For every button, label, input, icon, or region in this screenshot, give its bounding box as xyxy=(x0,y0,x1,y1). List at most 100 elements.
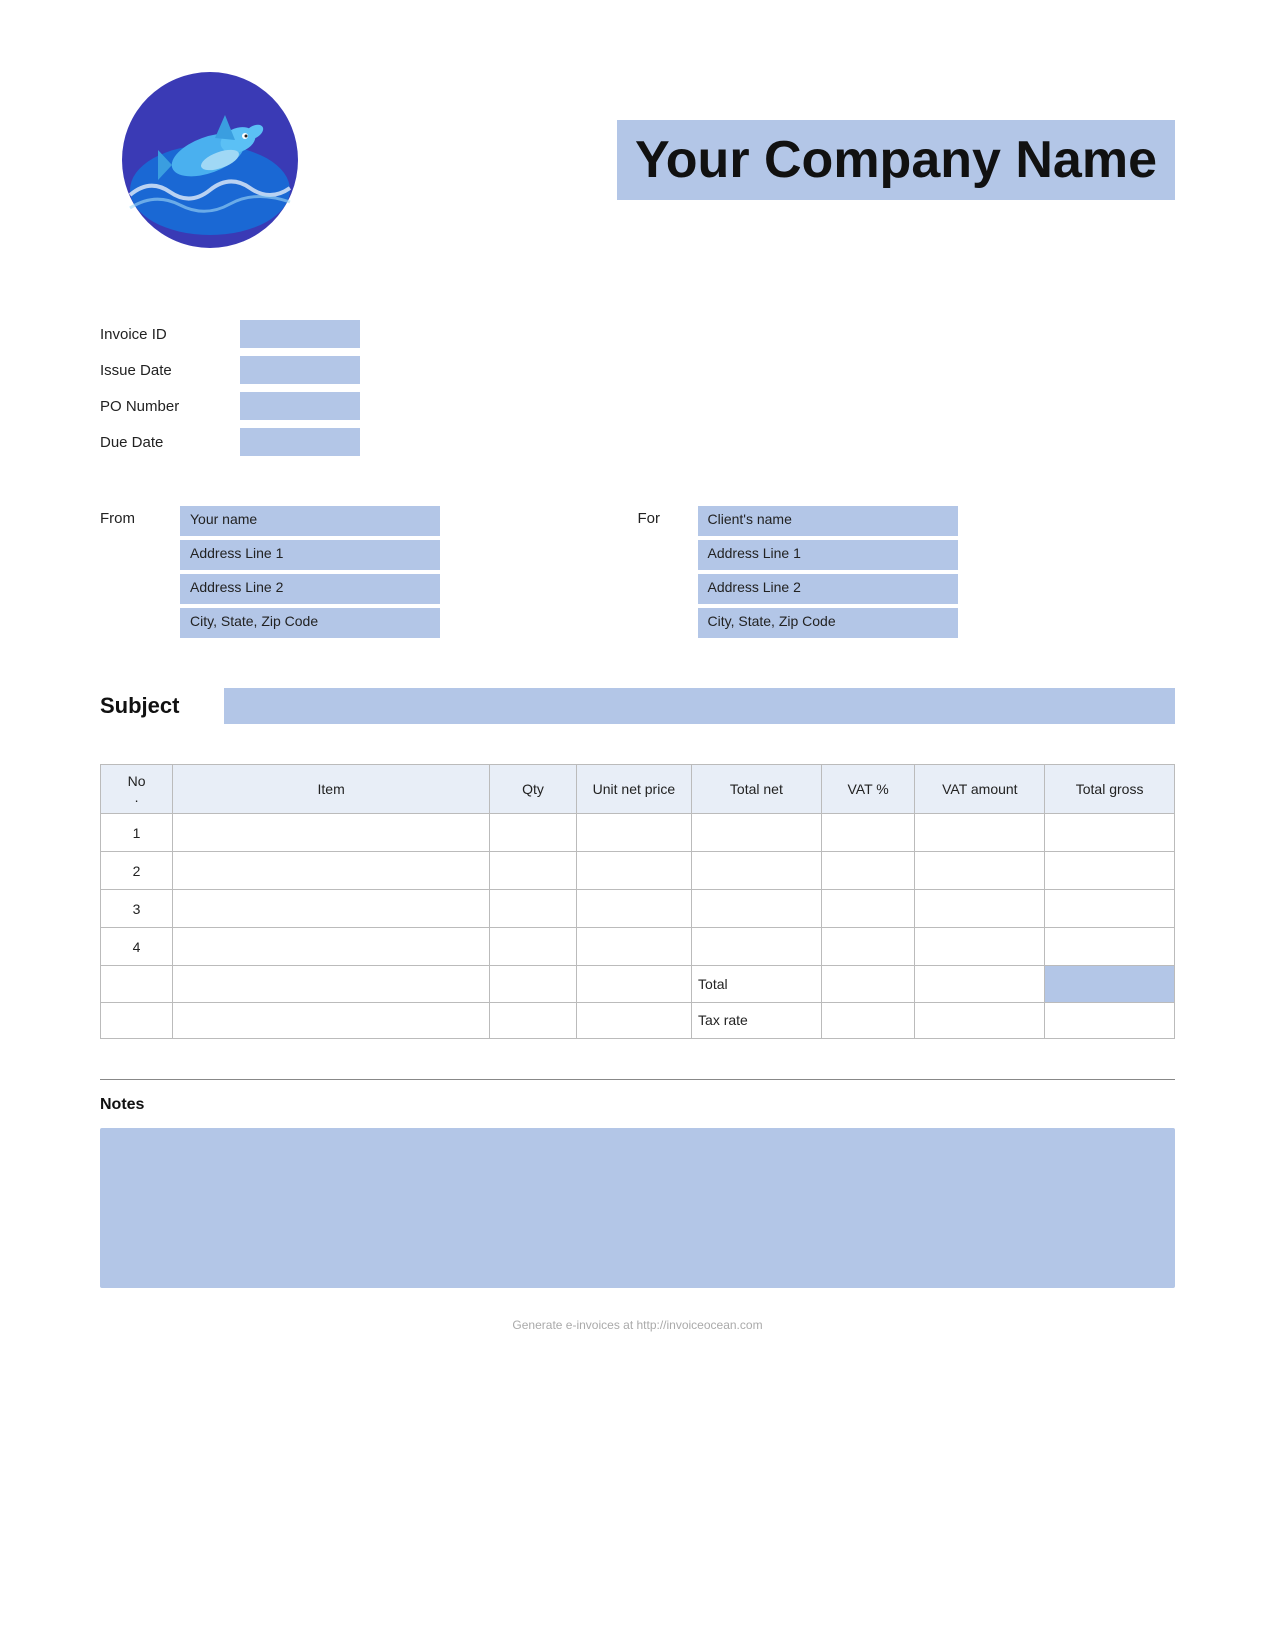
row4-vat[interactable] xyxy=(821,928,915,966)
invoice-meta: Invoice ID Issue Date PO Number Due Date xyxy=(100,320,1175,456)
row3-vatamt[interactable] xyxy=(915,890,1045,928)
from-address-fields: Your name Address Line 1 Address Line 2 … xyxy=(180,506,638,638)
taxrate-spacer1 xyxy=(101,1002,173,1038)
row3-item[interactable] xyxy=(173,890,490,928)
from-city-field[interactable]: City, State, Zip Code xyxy=(180,608,440,638)
meta-row-invoice-id: Invoice ID xyxy=(100,320,1175,348)
row3-totalgross[interactable] xyxy=(1045,890,1175,928)
client-name-field[interactable]: Client's name xyxy=(698,506,958,536)
table-row: 4 xyxy=(101,928,1175,966)
invoice-id-label: Invoice ID xyxy=(100,326,240,343)
due-date-label: Due Date xyxy=(100,434,240,451)
total-vat[interactable] xyxy=(821,966,915,1002)
taxrate-gross[interactable] xyxy=(1045,1002,1175,1038)
total-label: Total xyxy=(692,966,822,1002)
meta-row-issue-date: Issue Date xyxy=(100,356,1175,384)
from-for-section: From Your name Address Line 1 Address Li… xyxy=(100,506,1175,638)
row4-no: 4 xyxy=(101,928,173,966)
row3-no: 3 xyxy=(101,890,173,928)
col-header-no: No. xyxy=(101,765,173,814)
row2-no: 2 xyxy=(101,852,173,890)
row1-totalgross[interactable] xyxy=(1045,814,1175,852)
from-address2-field[interactable]: Address Line 2 xyxy=(180,574,440,604)
from-address1-field[interactable]: Address Line 1 xyxy=(180,540,440,570)
row2-unitnet[interactable] xyxy=(576,852,691,890)
total-vatamt[interactable] xyxy=(915,966,1045,1002)
col-header-item: Item xyxy=(173,765,490,814)
row2-item[interactable] xyxy=(173,852,490,890)
row4-totalgross[interactable] xyxy=(1045,928,1175,966)
subject-field[interactable] xyxy=(224,688,1175,724)
col-header-qty: Qty xyxy=(490,765,576,814)
col-header-unitnet: Unit net price xyxy=(576,765,691,814)
total-gross-highlight[interactable] xyxy=(1045,966,1175,1002)
row2-vatamt[interactable] xyxy=(915,852,1045,890)
invoice-id-field[interactable] xyxy=(240,320,360,348)
row2-vat[interactable] xyxy=(821,852,915,890)
row3-totalnet[interactable] xyxy=(692,890,822,928)
col-header-totalgross: Total gross xyxy=(1045,765,1175,814)
row4-qty[interactable] xyxy=(490,928,576,966)
row3-unitnet[interactable] xyxy=(576,890,691,928)
for-block: For Client's name Address Line 1 Address… xyxy=(638,506,1176,638)
table-row: 1 xyxy=(101,814,1175,852)
issue-date-label: Issue Date xyxy=(100,362,240,379)
row1-vat[interactable] xyxy=(821,814,915,852)
total-spacer2 xyxy=(173,966,490,1002)
row1-item[interactable] xyxy=(173,814,490,852)
taxrate-row: Tax rate xyxy=(101,1002,1175,1038)
company-name-area: Your Company Name xyxy=(320,120,1175,200)
row2-totalgross[interactable] xyxy=(1045,852,1175,890)
po-number-field[interactable] xyxy=(240,392,360,420)
row4-item[interactable] xyxy=(173,928,490,966)
for-label: For xyxy=(638,506,698,527)
client-address1-field[interactable]: Address Line 1 xyxy=(698,540,958,570)
company-name[interactable]: Your Company Name xyxy=(617,120,1175,200)
po-number-label: PO Number xyxy=(100,398,240,415)
row4-unitnet[interactable] xyxy=(576,928,691,966)
notes-label: Notes xyxy=(100,1096,1175,1114)
row3-qty[interactable] xyxy=(490,890,576,928)
row1-qty[interactable] xyxy=(490,814,576,852)
taxrate-vat[interactable] xyxy=(821,1002,915,1038)
invoice-table: No. Item Qty Unit net price Total net VA… xyxy=(100,764,1175,966)
table-row: 2 xyxy=(101,852,1175,890)
notes-field[interactable] xyxy=(100,1128,1175,1288)
row4-vatamt[interactable] xyxy=(915,928,1045,966)
subject-label: Subject xyxy=(100,693,210,719)
from-block: From Your name Address Line 1 Address Li… xyxy=(100,506,638,638)
notes-divider xyxy=(100,1079,1175,1080)
invoice-page: Your Company Name Invoice ID Issue Date … xyxy=(0,0,1275,1650)
client-city-field[interactable]: City, State, Zip Code xyxy=(698,608,958,638)
row1-vatamt[interactable] xyxy=(915,814,1045,852)
row1-no: 1 xyxy=(101,814,173,852)
table-row: 3 xyxy=(101,890,1175,928)
col-header-totalnet: Total net xyxy=(692,765,822,814)
col-header-vat: VAT % xyxy=(821,765,915,814)
taxrate-spacer2 xyxy=(173,1002,490,1038)
logo-icon xyxy=(120,70,300,250)
meta-row-po-number: PO Number xyxy=(100,392,1175,420)
client-address2-field[interactable]: Address Line 2 xyxy=(698,574,958,604)
meta-row-due-date: Due Date xyxy=(100,428,1175,456)
issue-date-field[interactable] xyxy=(240,356,360,384)
total-spacer3 xyxy=(490,966,576,1002)
row4-totalnet[interactable] xyxy=(692,928,822,966)
row1-totalnet[interactable] xyxy=(692,814,822,852)
row3-vat[interactable] xyxy=(821,890,915,928)
total-spacer1 xyxy=(101,966,173,1002)
notes-section: Notes xyxy=(100,1096,1175,1288)
row1-unitnet[interactable] xyxy=(576,814,691,852)
from-name-field[interactable]: Your name xyxy=(180,506,440,536)
col-header-vatamt: VAT amount xyxy=(915,765,1045,814)
row2-totalnet[interactable] xyxy=(692,852,822,890)
logo-area xyxy=(100,60,320,260)
due-date-field[interactable] xyxy=(240,428,360,456)
header: Your Company Name xyxy=(100,60,1175,260)
row2-qty[interactable] xyxy=(490,852,576,890)
from-label: From xyxy=(100,506,180,527)
subject-section: Subject xyxy=(100,688,1175,724)
taxrate-vatamt[interactable] xyxy=(915,1002,1045,1038)
table-header-row: No. Item Qty Unit net price Total net VA… xyxy=(101,765,1175,814)
taxrate-spacer4 xyxy=(576,1002,691,1038)
